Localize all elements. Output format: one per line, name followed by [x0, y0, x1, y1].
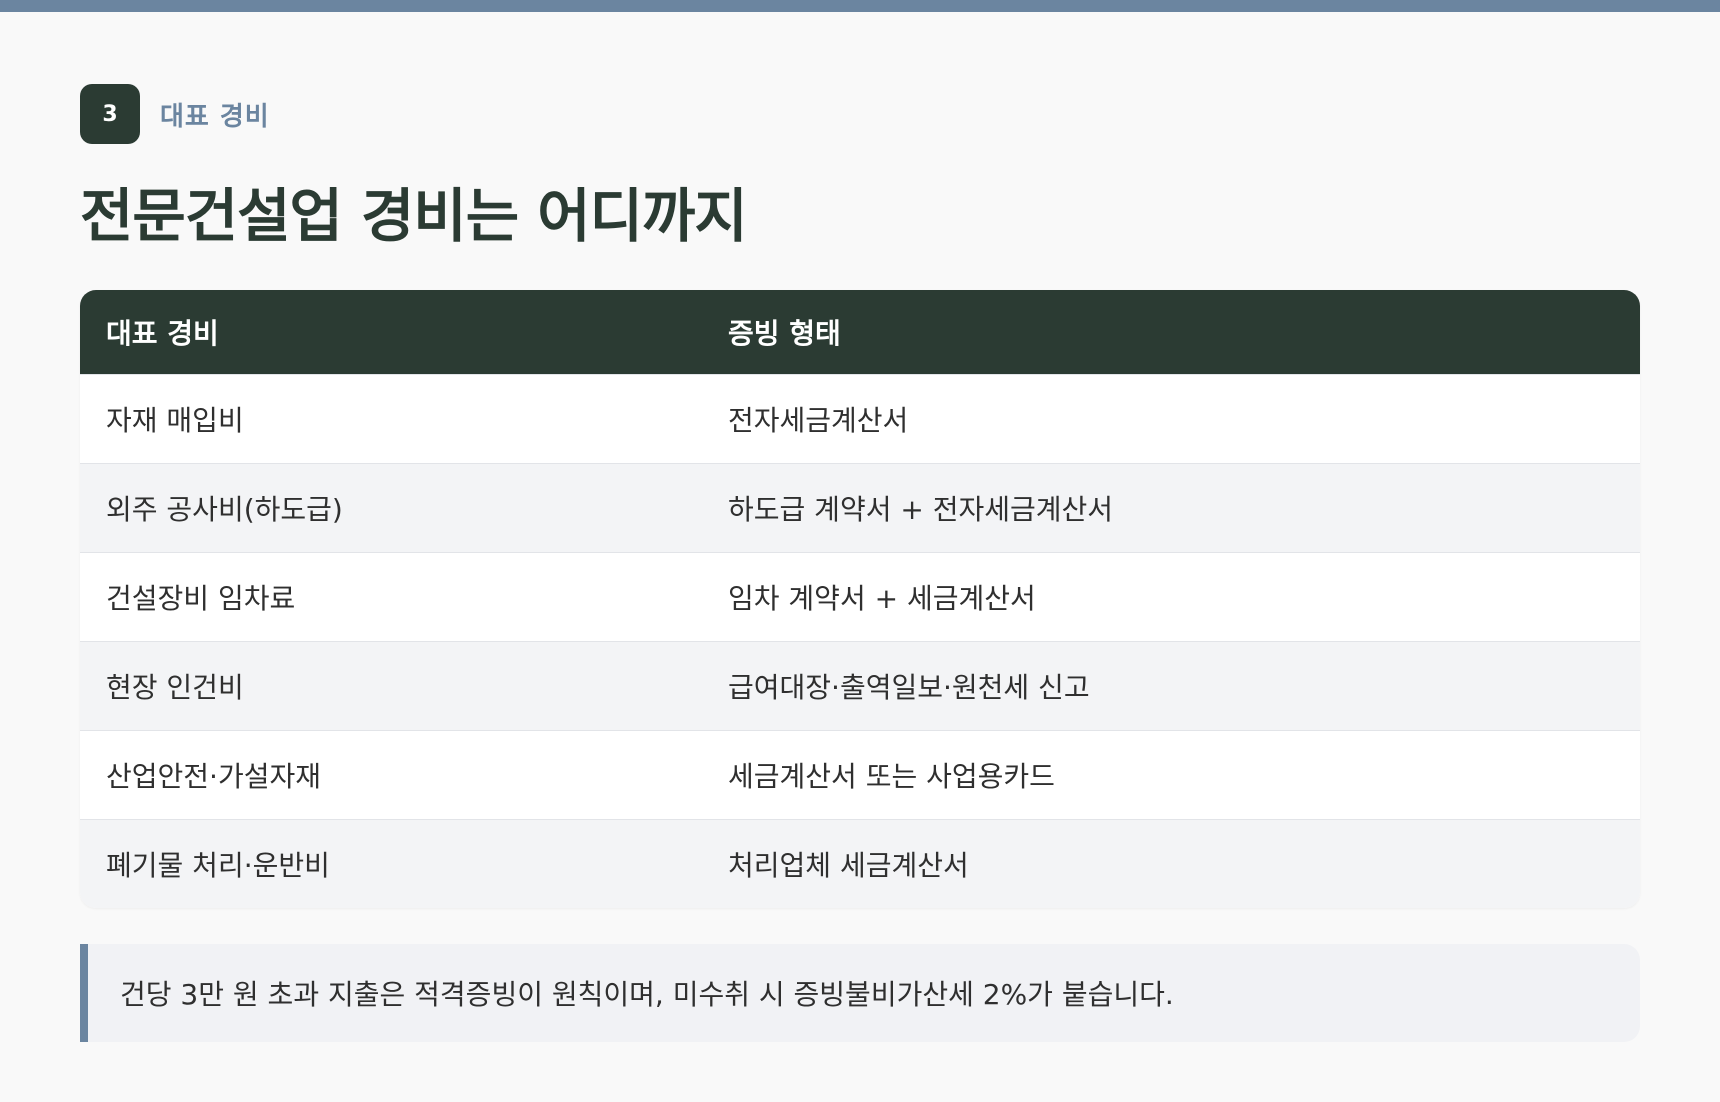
table-row: 외주 공사비(하도급) 하도급 계약서 + 전자세금계산서	[80, 462, 1640, 552]
evidence-cell: 급여대장·출역일보·원천세 신고	[702, 640, 1640, 730]
evidence-cell: 세금계산서 또는 사업용카드	[702, 729, 1640, 819]
table-row: 건설장비 임차료 임차 계약서 + 세금계산서	[80, 551, 1640, 641]
column-header-evidence: 증빙 형태	[702, 290, 1640, 374]
table-row: 현장 인건비 급여대장·출역일보·원천세 신고	[80, 640, 1640, 730]
evidence-cell: 임차 계약서 + 세금계산서	[702, 551, 1640, 641]
section-label: 대표 경비	[160, 101, 270, 132]
expense-cell: 현장 인건비	[80, 640, 702, 730]
top-accent-bar	[0, 0, 1720, 12]
column-header-expense: 대표 경비	[80, 290, 702, 374]
section-number-badge: 3	[80, 84, 140, 144]
expense-cell: 산업안전·가설자재	[80, 729, 702, 819]
expense-cell: 폐기물 처리·운반비	[80, 818, 702, 908]
expense-table: 대표 경비 증빙 형태 자재 매입비 전자세금계산서 외주 공사비(하도급) 하…	[80, 290, 1640, 908]
page-title: 전문건설업 경비는 어디까지	[80, 182, 748, 250]
table-row: 자재 매입비 전자세금계산서	[80, 373, 1640, 463]
expense-cell: 건설장비 임차료	[80, 551, 702, 641]
callout-note-text: 건당 3만 원 초과 지출은 적격증빙이 원칙이며, 미수취 시 증빙불비가산세…	[120, 978, 1174, 1011]
callout-note: 건당 3만 원 초과 지출은 적격증빙이 원칙이며, 미수취 시 증빙불비가산세…	[80, 944, 1640, 1042]
evidence-cell: 전자세금계산서	[702, 373, 1640, 463]
section-header: 3 대표 경비	[80, 84, 1640, 144]
table-row: 산업안전·가설자재 세금계산서 또는 사업용카드	[80, 729, 1640, 819]
table-row: 폐기물 처리·운반비 처리업체 세금계산서	[80, 818, 1640, 908]
expense-table-card: 대표 경비 증빙 형태 자재 매입비 전자세금계산서 외주 공사비(하도급) 하…	[80, 290, 1640, 908]
slide-content: 3 대표 경비 전문건설업 경비는 어디까지 대표 경비 증빙 형태 자재 매입…	[80, 84, 1640, 1042]
table-header-row: 대표 경비 증빙 형태	[80, 290, 1640, 374]
expense-cell: 자재 매입비	[80, 373, 702, 463]
expense-cell: 외주 공사비(하도급)	[80, 462, 702, 552]
evidence-cell: 하도급 계약서 + 전자세금계산서	[702, 462, 1640, 552]
evidence-cell: 처리업체 세금계산서	[702, 818, 1640, 908]
